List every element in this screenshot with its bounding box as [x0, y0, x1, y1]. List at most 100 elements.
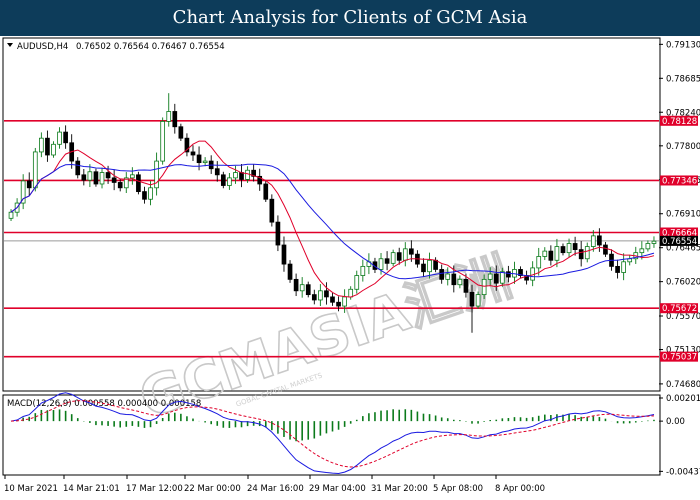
candle-body [105, 172, 111, 179]
macd-tick-label: 0.00 [666, 417, 685, 427]
candle-body [275, 221, 281, 246]
macd-axis: 0.002014 0.00 -0.00437 [659, 394, 700, 477]
candle-body [324, 290, 329, 298]
candle-body [590, 235, 596, 247]
candle-body [305, 284, 311, 296]
candle-body [360, 265, 366, 276]
candle-body [75, 160, 81, 176]
candle-body [281, 244, 287, 265]
candle-body [451, 273, 457, 286]
candle-body [32, 151, 38, 189]
price-tick-label: 0.77800 [666, 142, 700, 152]
candle-body [227, 177, 232, 186]
candle-body [196, 154, 202, 164]
level-label: 0.75672 [662, 304, 697, 314]
candle-body [81, 174, 87, 181]
level-label: 0.78128 [662, 117, 697, 127]
candle-body [172, 111, 178, 128]
symbol-header: AUDUSD,H4 0.76502 0.76564 0.76467 0.7655… [7, 42, 225, 52]
time-tick-label: 22 Mar 00:00 [184, 484, 241, 494]
price-tick-label: 0.79130 [666, 40, 700, 50]
time-tick-label: 14 Mar 21:01 [63, 484, 120, 494]
candle-body [39, 137, 44, 153]
candle-body [597, 235, 602, 246]
candle-body [336, 301, 341, 307]
candle-body [8, 211, 14, 219]
candle-body [311, 294, 317, 301]
price-tick-label: 0.78685 [666, 74, 700, 84]
candle-body [318, 290, 323, 301]
trading-chart[interactable]: GCMASIA汇洲 GOBAL CAPITAL MARKETS AUDUSD,H… [0, 36, 700, 500]
time-tick-label: 31 Mar 20:00 [371, 484, 428, 494]
candle-body [287, 263, 293, 280]
candle-body [506, 271, 511, 278]
candle-body [26, 180, 32, 189]
candle-body [142, 191, 147, 200]
candle-body [433, 259, 438, 270]
candle-body [20, 180, 26, 204]
candle-body [384, 258, 390, 264]
candle-body [111, 177, 117, 183]
candle-body [463, 278, 469, 293]
candle-body [651, 240, 657, 244]
ohlc-values: 0.76502 0.76564 0.76467 0.76554 [76, 42, 225, 52]
candle-body [348, 288, 354, 298]
candle-body [190, 151, 196, 156]
candle-body [245, 169, 250, 180]
candle-body [136, 174, 141, 193]
candle-body [57, 131, 62, 145]
chart-banner-title: Chart Analysis for Clients of GCM Asia [0, 0, 700, 36]
time-tick-label: 5 Apr 08:00 [433, 484, 483, 494]
candle-body [220, 174, 226, 186]
candle-body [63, 131, 68, 144]
price-axis: 0.791300.786850.782400.778000.773550.769… [659, 40, 700, 390]
candle-body [566, 243, 572, 254]
candle-body [542, 250, 548, 257]
candle-body [645, 243, 651, 250]
candle-body [402, 248, 408, 261]
candle-body [499, 271, 505, 284]
candle-body [421, 263, 426, 273]
candle-body [481, 278, 487, 296]
candle-body [233, 172, 238, 179]
candle-body [239, 172, 244, 180]
candle-body [93, 171, 99, 185]
candle-body [560, 246, 566, 254]
candle-body [639, 248, 645, 254]
price-tick-label: 0.76020 [666, 278, 700, 288]
time-tick-label: 8 Apr 00:00 [495, 484, 545, 494]
candle-body [427, 259, 432, 273]
price-tick-label: 0.74680 [666, 380, 700, 390]
candle-body [330, 296, 335, 303]
candle-body [409, 248, 414, 255]
candle-body [390, 252, 396, 264]
candle-body [487, 273, 493, 280]
candle-body [457, 278, 463, 286]
candle-body [578, 249, 584, 260]
candle-body [536, 256, 542, 269]
candle-body [378, 258, 384, 270]
time-tick-label: 10 Mar 2021 [4, 484, 58, 494]
candle-body [342, 296, 347, 307]
candle-body [99, 172, 105, 185]
candle-body [621, 261, 626, 273]
candle-body [263, 183, 269, 200]
candle-body [469, 291, 475, 307]
symbol-label: AUDUSD,H4 [17, 42, 68, 52]
time-tick-label: 24 Mar 16:00 [247, 484, 304, 494]
candle-body [445, 273, 451, 280]
candle-body [439, 269, 445, 280]
candle-body [178, 126, 184, 139]
candle-body [396, 252, 402, 261]
candle-body [615, 265, 620, 273]
current-price-label: 0.76554 [662, 237, 697, 247]
level-label: 0.75037 [662, 353, 697, 363]
candle-body [166, 111, 172, 122]
candle-body [572, 243, 578, 250]
candle-body [293, 278, 299, 292]
candle-body [493, 273, 499, 284]
price-tick-label: 0.76910 [666, 210, 700, 220]
time-tick-label: 17 Mar 12:00 [126, 484, 183, 494]
candle-body [475, 294, 481, 307]
macd-tick-label: 0.002014 [666, 394, 700, 404]
